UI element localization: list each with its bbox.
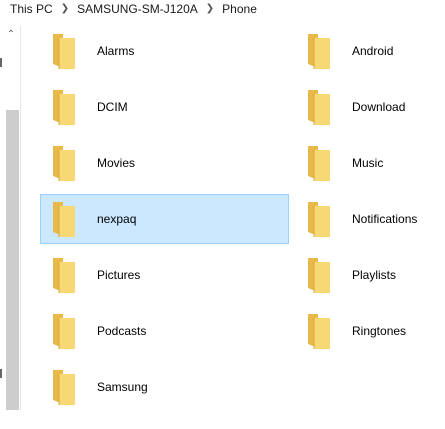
truncated-nav-text (0, 58, 2, 67)
folder-item[interactable]: nexpaq (40, 194, 289, 244)
folder-label: Playlists (352, 268, 397, 282)
folder-label: Podcasts (97, 324, 147, 338)
chevron-right-icon[interactable]: ❯ (56, 1, 74, 17)
folder-item[interactable]: Ringtones (295, 306, 445, 356)
folder-label: Movies (97, 156, 136, 170)
folder-label: Music (352, 156, 384, 170)
folder-item[interactable]: Playlists (295, 250, 445, 300)
truncated-nav-text (0, 369, 2, 378)
folder-icon (49, 88, 79, 126)
folder-label: DCIM (97, 100, 128, 114)
folder-icon (49, 144, 79, 182)
folder-item[interactable]: Podcasts (40, 306, 289, 356)
breadcrumb-item-this-pc[interactable]: This PC (0, 1, 56, 17)
folder-item[interactable]: Download (295, 82, 445, 132)
folder-item[interactable]: Music (295, 138, 445, 188)
folder-icon (49, 200, 79, 238)
status-bar (0, 410, 445, 429)
scrollbar-thumb[interactable] (6, 110, 19, 410)
folder-icon (49, 368, 79, 406)
folder-item[interactable]: DCIM (40, 82, 289, 132)
folder-icon (49, 256, 79, 294)
folder-item[interactable]: Samsung (40, 362, 289, 412)
breadcrumb-item-device[interactable]: SAMSUNG-SM-J120A (74, 1, 201, 17)
folder-label: Android (352, 44, 394, 58)
folder-item[interactable]: Movies (40, 138, 289, 188)
folder-icon (49, 312, 79, 350)
breadcrumb: This PC ❯ SAMSUNG-SM-J120A ❯ Phone (0, 0, 445, 18)
chevron-right-icon[interactable]: ❯ (201, 1, 219, 17)
folder-item[interactable]: Pictures (40, 250, 289, 300)
chevron-up-icon[interactable]: ⌃ (3, 26, 19, 42)
folder-icon (304, 144, 334, 182)
folder-icon (304, 88, 334, 126)
folder-label: Download (352, 100, 406, 114)
folder-icon (304, 312, 334, 350)
folder-label: nexpaq (97, 212, 137, 226)
folder-label: Samsung (97, 380, 148, 394)
folder-label: Pictures (97, 268, 141, 282)
folder-icon (304, 32, 334, 70)
folder-icon (304, 256, 334, 294)
folder-item[interactable]: Android (295, 26, 445, 76)
folder-icon (49, 32, 79, 70)
folder-label: Ringtones (352, 324, 407, 338)
folder-item[interactable]: Notifications (295, 194, 445, 244)
breadcrumb-item-phone[interactable]: Phone (219, 1, 260, 17)
pane-divider[interactable] (20, 26, 21, 429)
folder-label: Alarms (97, 44, 135, 58)
folder-icon (304, 200, 334, 238)
folder-item[interactable]: Alarms (40, 26, 289, 76)
folder-label: Notifications (352, 212, 418, 226)
